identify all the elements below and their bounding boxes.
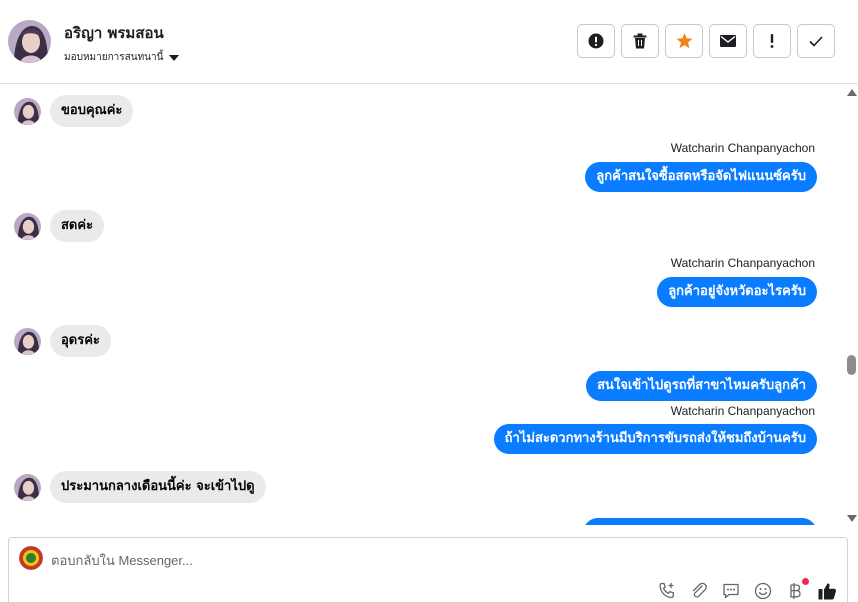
star-icon — [676, 33, 692, 49]
composer-toolbar — [657, 578, 837, 601]
thread-scrollbar[interactable] — [845, 85, 858, 525]
envelope-icon — [720, 35, 736, 47]
mark-done-button[interactable] — [797, 24, 835, 58]
scroll-down-arrow-icon[interactable] — [847, 515, 857, 522]
alert-circle-icon — [588, 33, 604, 49]
thumbs-up-icon — [818, 583, 836, 600]
payment-button[interactable] — [785, 578, 809, 601]
outgoing-message-bubble-partial — [583, 518, 817, 525]
caret-down-icon — [169, 54, 180, 61]
exclamation-icon — [770, 34, 774, 48]
incoming-message-bubble[interactable]: อุดรค่ะ — [50, 325, 111, 357]
incoming-message-bubble[interactable]: สดค่ะ — [50, 210, 105, 242]
sender-name: Watcharin Chanpanyachon — [670, 141, 815, 155]
smiley-icon — [754, 582, 772, 600]
assign-conversation-dropdown[interactable]: มอบหมายการสนทนานี้ — [64, 50, 180, 65]
notification-dot — [802, 578, 809, 585]
contact-avatar-small — [14, 327, 41, 355]
baht-icon — [790, 583, 801, 599]
check-icon — [809, 35, 823, 47]
reply-composer — [8, 537, 848, 602]
sender-name: Watcharin Chanpanyachon — [670, 404, 815, 418]
chat-bubble-icon — [723, 583, 739, 599]
delete-button[interactable] — [621, 24, 659, 58]
incoming-message-row: สดค่ะ — [14, 210, 105, 242]
follow-up-button[interactable] — [753, 24, 791, 58]
outgoing-message-bubble[interactable]: ถ้าไม่สะดวกทางร้านมีบริการขับรถส่งให้ชมถ… — [493, 424, 817, 454]
phone-plus-icon — [659, 582, 674, 599]
saved-replies-button[interactable] — [721, 581, 741, 601]
message-thread[interactable]: ขอบคุณค่ะ Watcharin Chanpanyachon ลูกค้า… — [0, 85, 845, 525]
contact-avatar-small — [14, 473, 41, 501]
incoming-message-bubble[interactable]: ประมานกลางเดือนนี้ค่ะ จะเข้าไปดู — [50, 471, 266, 503]
incoming-message-row: ขอบคุณค่ะ — [14, 95, 134, 127]
attach-file-button[interactable] — [689, 581, 709, 601]
contact-avatar[interactable] — [8, 20, 51, 63]
outgoing-message-bubble[interactable]: ลูกค้าอยู่จังหวัดอะไรครับ — [657, 277, 817, 307]
send-like-button[interactable] — [817, 581, 837, 601]
mark-spam-button[interactable] — [577, 24, 615, 58]
contact-avatar-small — [14, 97, 41, 125]
contact-name: อริญา พรมสอน — [64, 24, 164, 42]
sender-name: Watcharin Chanpanyachon — [670, 256, 815, 270]
scrollbar-thumb[interactable] — [847, 355, 856, 375]
outgoing-message-bubble[interactable]: สนใจเข้าไปดูรถที่สาขาไหมครับลูกค้า — [586, 371, 817, 401]
outgoing-message-bubble[interactable]: ลูกค้าสนใจซื้อสดหรือจัดไฟแนนซ์ครับ — [585, 162, 817, 192]
add-call-button[interactable] — [657, 581, 677, 601]
conversation-actions — [577, 24, 835, 58]
conversation-header: อริญา พรมสอน มอบหมายการสนทนานี้ — [0, 0, 858, 84]
incoming-message-bubble[interactable]: ขอบคุณค่ะ — [50, 95, 134, 127]
page-avatar — [19, 546, 43, 570]
mark-unread-button[interactable] — [709, 24, 747, 58]
reply-input[interactable] — [51, 550, 611, 570]
trash-icon — [633, 33, 647, 49]
emoji-button[interactable] — [753, 581, 773, 601]
contact-avatar-small — [14, 212, 41, 240]
incoming-message-row: ประมานกลางเดือนนี้ค่ะ จะเข้าไปดู — [14, 471, 266, 503]
star-button[interactable] — [665, 24, 703, 58]
scroll-up-arrow-icon[interactable] — [847, 89, 857, 96]
paperclip-icon — [692, 582, 707, 598]
incoming-message-row: อุดรค่ะ — [14, 325, 111, 357]
assign-label: มอบหมายการสนทนานี้ — [64, 52, 164, 63]
